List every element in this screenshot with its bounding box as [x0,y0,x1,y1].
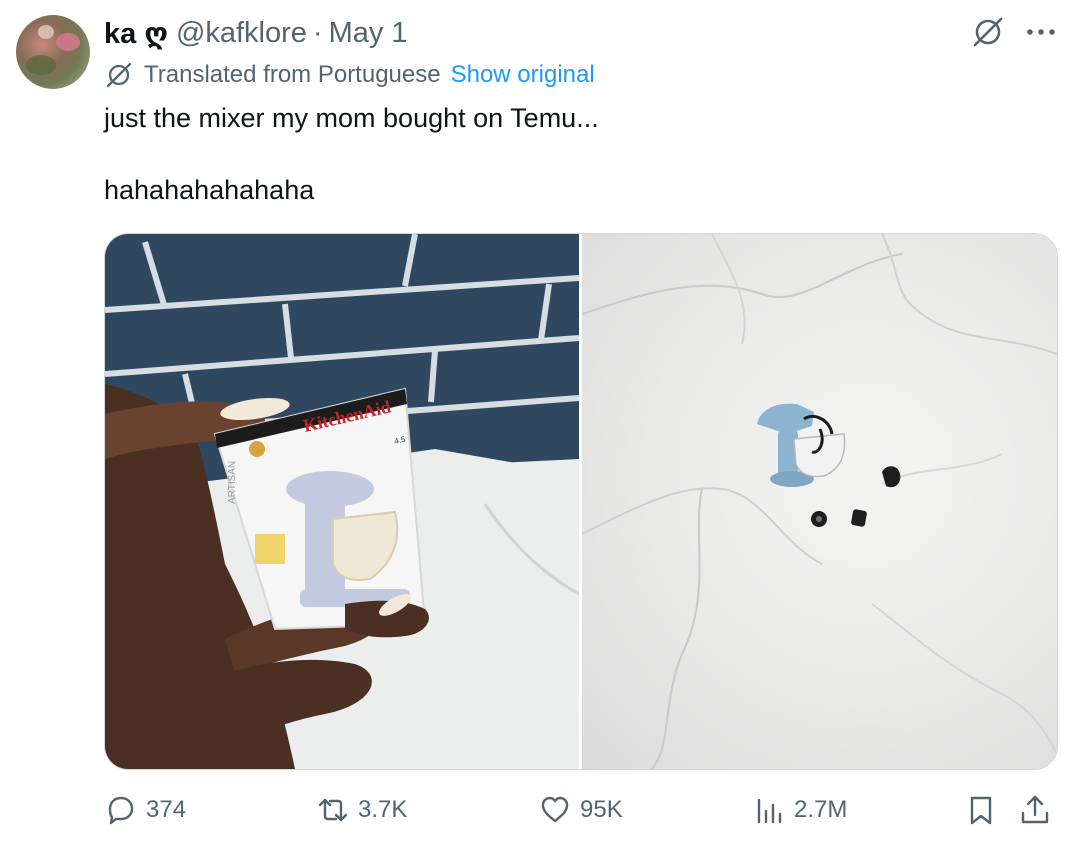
tweet-text: just the mixer my mom bought on Temu... … [104,100,599,208]
photo-mini-mixer[interactable] [582,234,1057,769]
media-grid: KitchenAid ARTISAN 4.5 [104,233,1058,770]
tweet: ka ღ @kafklore · May 1 Translated from P… [0,0,1089,847]
translation-notice: Translated from Portuguese Show original [104,58,595,92]
bookmark-icon [970,796,992,825]
tweet-date[interactable]: May 1 [329,17,408,50]
grok-icon [106,62,132,88]
repost-count: 3.7K [358,796,408,823]
grok-icon[interactable] [970,14,1006,50]
display-name[interactable]: ka ღ [104,16,168,51]
tweet-header: ka ღ @kafklore · May 1 [104,14,408,52]
share-button[interactable] [1018,786,1060,834]
like-button[interactable]: 95K [538,786,623,834]
box-side-text: ARTISAN [227,461,238,504]
tweet-text-line: just the mixer my mom bought on Temu... [104,103,599,133]
repost-button[interactable]: 3.7K [316,786,407,834]
user-handle[interactable]: @kafklore [176,17,307,50]
like-count: 95K [580,796,623,823]
repost-icon [318,798,348,822]
avatar[interactable] [16,15,90,89]
views-icon [757,798,782,824]
tweet-text-line: hahahahahahaha [104,175,315,205]
views-count: 2.7M [794,796,848,823]
reply-button[interactable]: 374 [104,786,186,834]
photo-mixer-box[interactable]: KitchenAid ARTISAN 4.5 [105,234,579,769]
show-original-link[interactable]: Show original [451,61,595,89]
translated-label: Translated from Portuguese [144,61,441,88]
separator-dot: · [312,16,323,49]
bookmark-button[interactable] [964,786,1006,834]
reply-count: 374 [146,796,187,823]
action-bar: 374 3.7K 95K 2.7M [104,786,1059,834]
reply-icon [108,796,134,825]
share-icon [1021,795,1049,824]
more-icon[interactable] [1023,17,1059,47]
views-button[interactable]: 2.7M [752,786,847,834]
like-icon [541,796,569,823]
